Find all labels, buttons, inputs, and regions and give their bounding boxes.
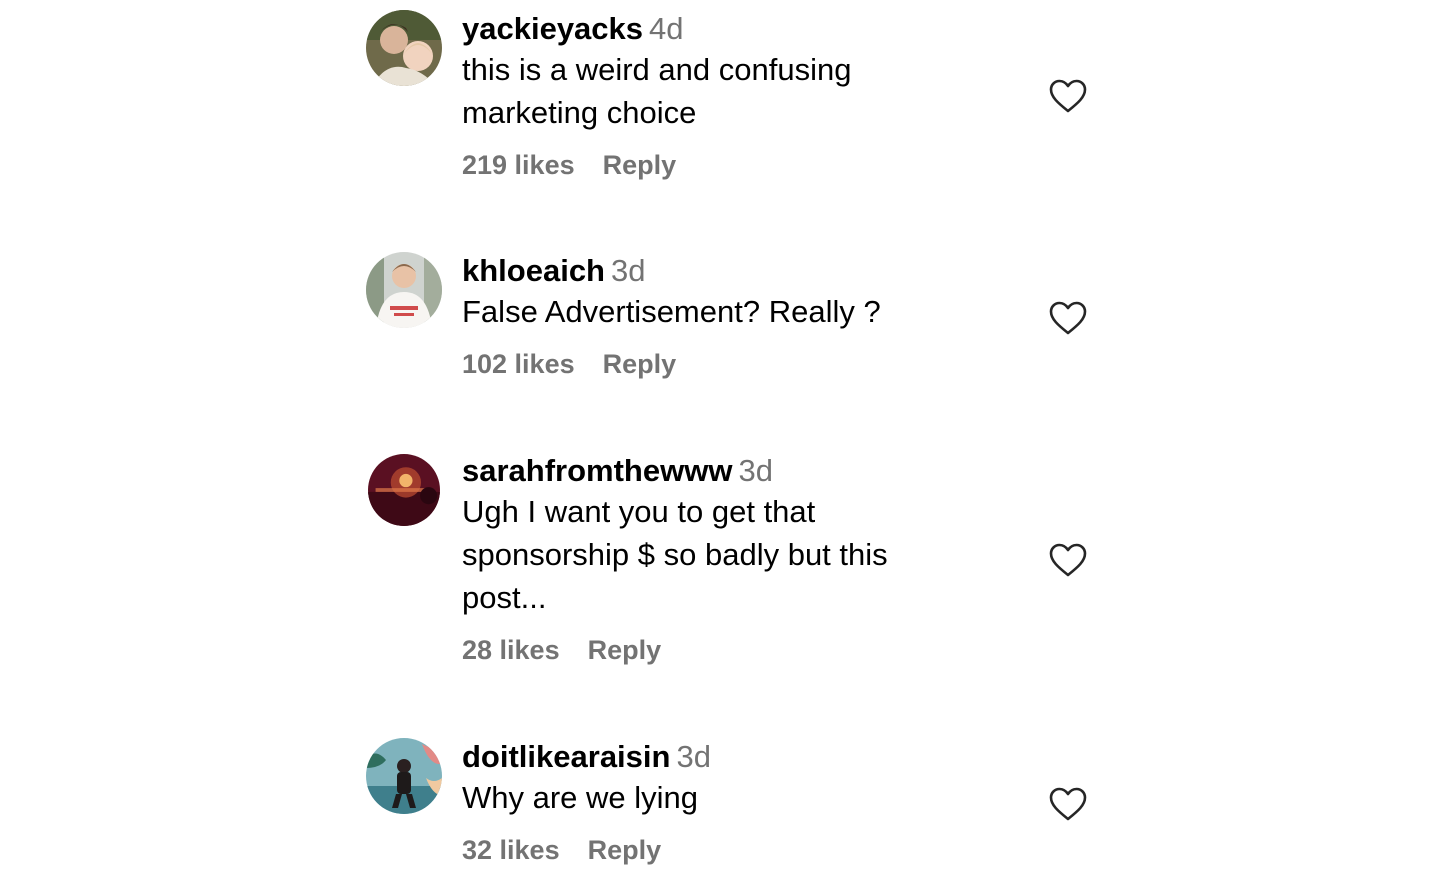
likes-count[interactable]: 32 likes xyxy=(462,835,560,865)
comment-timestamp[interactable]: 3d xyxy=(676,739,710,774)
avatar[interactable] xyxy=(366,738,442,814)
heart-outline-icon xyxy=(1049,79,1087,113)
comment-body: sarahfromthewww 3d Ugh I want you to get … xyxy=(462,452,962,667)
reply-button[interactable]: Reply xyxy=(603,150,677,180)
username-link[interactable]: sarahfromthewww xyxy=(462,453,732,488)
comment-body: khloeaich 3d False Advertisement? Really … xyxy=(462,252,962,381)
avatar[interactable] xyxy=(368,454,440,526)
avatar-photo-icon xyxy=(366,10,442,86)
heart-outline-icon xyxy=(1049,787,1087,821)
comment-text: Why are we lying xyxy=(462,780,699,815)
avatar-photo-icon xyxy=(368,454,440,526)
comment-actions: 219 likes Reply xyxy=(462,148,962,182)
comment-body: doitlikearaisin 3d Why are we lying 32 li… xyxy=(462,738,962,867)
heart-outline-icon xyxy=(1049,543,1087,577)
avatar-photo-icon xyxy=(366,252,442,328)
reply-button[interactable]: Reply xyxy=(588,835,662,865)
comment-timestamp[interactable]: 3d xyxy=(611,253,645,288)
reply-button[interactable]: Reply xyxy=(603,349,677,379)
avatar-photo-icon xyxy=(366,738,442,814)
likes-count[interactable]: 28 likes xyxy=(462,635,560,665)
avatar[interactable] xyxy=(366,10,442,86)
like-button[interactable] xyxy=(1048,300,1088,336)
comment-header: sarahfromthewww 3d xyxy=(462,452,962,490)
comment-header: khloeaich 3d xyxy=(462,252,962,290)
comment-text: Ugh I want you to get that sponsorship $… xyxy=(462,494,888,615)
reply-button[interactable]: Reply xyxy=(588,635,662,665)
username-link[interactable]: khloeaich xyxy=(462,253,605,288)
comment-header: doitlikearaisin 3d xyxy=(462,738,962,776)
comment-body: yackieyacks 4d this is a weird and confus… xyxy=(462,10,962,182)
comment-timestamp[interactable]: 3d xyxy=(738,453,772,488)
comment-actions: 28 likes Reply xyxy=(462,633,962,667)
comment-text: this is a weird and confusing marketing … xyxy=(462,52,852,130)
comment-timestamp[interactable]: 4d xyxy=(649,11,683,46)
heart-outline-icon xyxy=(1049,301,1087,335)
like-button[interactable] xyxy=(1048,786,1088,822)
comment-actions: 32 likes Reply xyxy=(462,833,962,867)
avatar[interactable] xyxy=(366,252,442,328)
comment-actions: 102 likes Reply xyxy=(462,347,962,381)
likes-count[interactable]: 219 likes xyxy=(462,150,575,180)
username-link[interactable]: yackieyacks xyxy=(462,11,643,46)
likes-count[interactable]: 102 likes xyxy=(462,349,575,379)
like-button[interactable] xyxy=(1048,78,1088,114)
comment-header: yackieyacks 4d xyxy=(462,10,962,48)
like-button[interactable] xyxy=(1048,542,1088,578)
comment-text: False Advertisement? Really ? xyxy=(462,294,881,329)
username-link[interactable]: doitlikearaisin xyxy=(462,739,670,774)
